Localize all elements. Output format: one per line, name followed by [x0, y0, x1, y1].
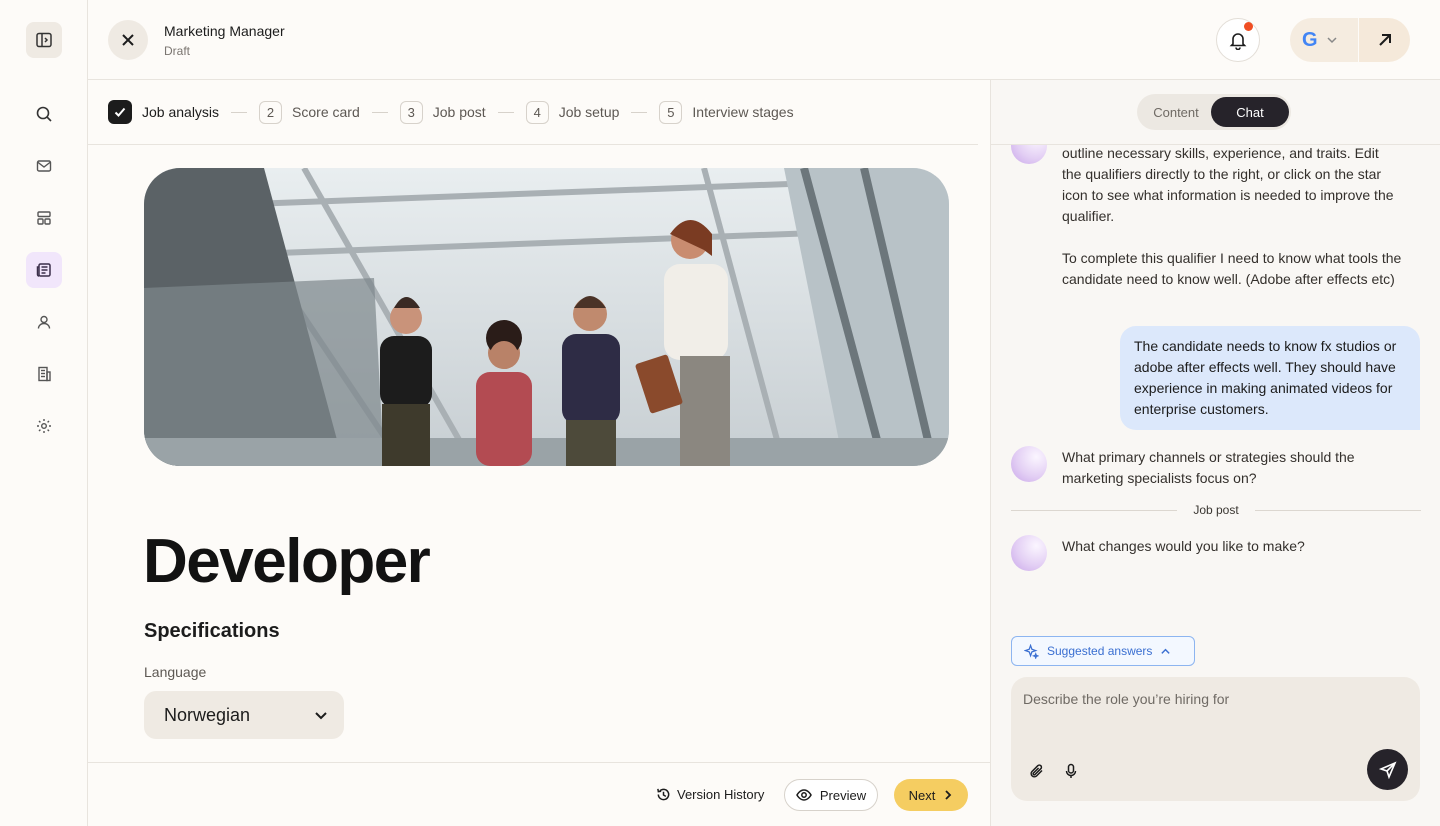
eye-icon	[796, 789, 812, 801]
step-label: Job analysis	[142, 104, 220, 120]
step-job-analysis[interactable]: Job analysis	[108, 100, 219, 124]
step-separator	[631, 111, 648, 113]
assistant-avatar	[1011, 145, 1047, 164]
step-number: 3	[399, 100, 423, 124]
layout-icon	[37, 211, 51, 225]
close-button[interactable]	[108, 20, 148, 60]
job-title: Developer	[143, 527, 431, 596]
step-label: Job setup	[558, 104, 620, 120]
assistant-avatar	[1011, 446, 1047, 482]
step-separator	[371, 111, 388, 113]
specifications-heading: Specifications	[144, 620, 280, 642]
chevron-down-icon	[1327, 37, 1337, 44]
page-status: Draft	[164, 44, 191, 58]
next-label: Next	[908, 787, 936, 803]
assistant-message: What changes would you like to make?	[1062, 538, 1305, 554]
notification-badge	[1244, 22, 1253, 31]
assistant-message: outline necessary skills, experience, an…	[1062, 145, 1394, 224]
language-value: Norwegian	[164, 704, 251, 725]
chevron-down-icon	[315, 712, 327, 720]
top-bar: Marketing Manager Draft G	[88, 0, 1440, 80]
bottom-action-bar: Version History Preview Next	[88, 762, 990, 826]
arrow-up-right-icon	[1378, 34, 1391, 46]
left-rail	[0, 0, 88, 826]
tab-chat[interactable]: Chat	[1211, 97, 1289, 127]
step-score-card[interactable]: 2 Score card	[259, 100, 360, 124]
suggested-answers-label: Suggested answers	[1047, 644, 1153, 658]
chevron-right-icon	[945, 790, 952, 800]
stepper: Job analysis 2 Score card 3 Job post 4 J…	[108, 100, 794, 124]
page-title: Marketing Manager	[164, 23, 285, 39]
paperclip-icon[interactable]	[1029, 763, 1045, 779]
nav-search[interactable]	[26, 96, 62, 132]
assistant-message: To complete this qualifier I need to kno…	[1062, 250, 1402, 287]
step-job-post[interactable]: 3 Job post	[399, 100, 486, 124]
version-history-button[interactable]: Version History	[656, 787, 764, 802]
step-number: 4	[525, 100, 549, 124]
section-divider: Job post	[1011, 500, 1421, 520]
assistant-avatar	[1011, 535, 1047, 571]
building-icon	[38, 366, 51, 382]
step-number: 5	[659, 100, 683, 124]
send-icon	[1378, 760, 1397, 779]
close-icon	[122, 34, 134, 46]
search-icon	[36, 106, 52, 122]
step-label: Job post	[432, 104, 486, 120]
chat-input-placeholder[interactable]: Describe the role you’re hiring for	[1023, 691, 1229, 707]
user-message: The candidate needs to know fx studios o…	[1120, 326, 1420, 430]
chat-composer[interactable]: Describe the role you’re hiring for	[1011, 677, 1420, 801]
sidebar-toggle-icon	[36, 32, 52, 48]
newspaper-icon	[36, 263, 51, 277]
tab-content[interactable]: Content	[1141, 97, 1211, 127]
nav-jobs[interactable]	[26, 252, 62, 288]
version-history-label: Version History	[677, 787, 765, 802]
sparkle-icon	[1024, 643, 1039, 659]
microphone-icon[interactable]	[1063, 763, 1079, 779]
nav-inbox[interactable]	[26, 148, 62, 184]
section-divider-label: Job post	[1193, 503, 1239, 517]
mail-icon	[36, 160, 52, 172]
user-icon	[37, 315, 51, 329]
content-chat-toggle: Content Chat	[1137, 94, 1291, 130]
open-external-button[interactable]	[1359, 18, 1410, 62]
send-button[interactable]	[1367, 749, 1408, 790]
step-number: 2	[259, 100, 283, 124]
sidebar-toggle-button[interactable]	[26, 22, 62, 58]
step-interview-stages[interactable]: 5 Interview stages	[659, 100, 794, 124]
nav-company[interactable]	[26, 356, 62, 392]
assistant-message: What primary channels or strategies shou…	[1062, 449, 1355, 486]
preview-label: Preview	[819, 787, 867, 803]
nav-settings[interactable]	[26, 408, 62, 444]
step-job-setup[interactable]: 4 Job setup	[525, 100, 620, 124]
language-select[interactable]: Norwegian	[144, 691, 344, 739]
step-label: Score card	[292, 104, 360, 120]
step-separator	[231, 111, 248, 113]
next-button[interactable]: Next	[894, 779, 968, 811]
suggested-answers-button[interactable]: Suggested answers	[1011, 636, 1195, 666]
chat-panel: Content Chat outline necessary skills, e…	[990, 80, 1440, 826]
step-label: Interview stages	[692, 104, 794, 120]
bell-icon	[1229, 33, 1247, 50]
chevron-up-icon	[1161, 648, 1171, 654]
language-label: Language	[144, 664, 207, 680]
history-icon	[657, 788, 670, 801]
hero-image	[144, 168, 949, 466]
nav-dashboard[interactable]	[26, 200, 62, 236]
account-switcher[interactable]: G	[1290, 18, 1358, 62]
checkmark-icon	[108, 100, 132, 124]
preview-button[interactable]: Preview	[784, 779, 878, 811]
notifications-button[interactable]	[1216, 18, 1260, 62]
nav-candidates[interactable]	[26, 304, 62, 340]
gear-icon	[37, 419, 51, 433]
google-logo-icon: G	[1302, 28, 1318, 51]
step-separator	[497, 111, 514, 113]
stepper-divider	[88, 144, 978, 145]
